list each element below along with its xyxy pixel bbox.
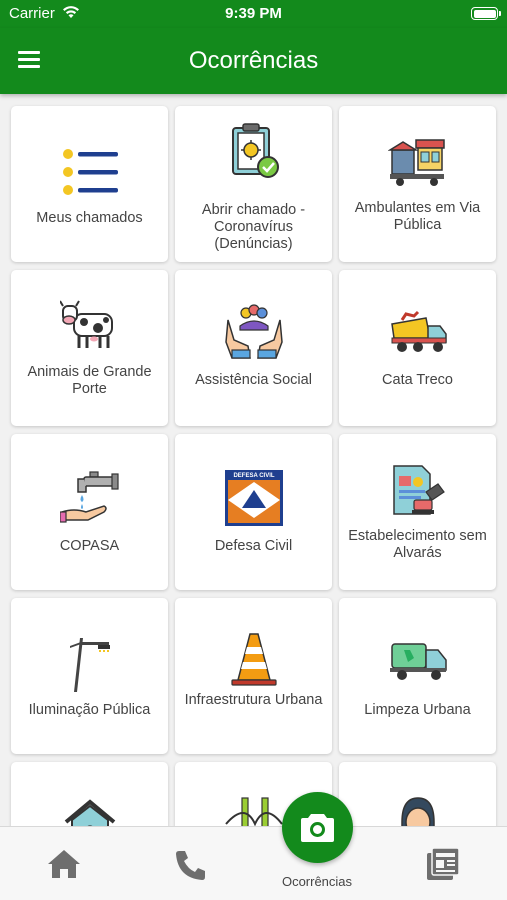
civil-defense-logo-icon: DEFESA CIVIL <box>224 470 283 526</box>
nav-label-ocorrencias[interactable]: Ocorrências <box>257 874 377 889</box>
card-defesa-civil[interactable]: DEFESA CIVIL Defesa Civil <box>175 434 332 590</box>
card-label: Defesa Civil <box>214 538 293 554</box>
card-label: Ambulantes em Via Pública <box>354 200 481 233</box>
phone-icon[interactable] <box>170 847 210 881</box>
bridge-icon <box>224 797 283 826</box>
street-light-icon <box>69 638 110 692</box>
dump-truck-icon <box>390 310 447 352</box>
traffic-cone-icon <box>230 633 277 686</box>
house-icon <box>64 799 115 826</box>
card-animais-grande-porte[interactable]: Animais de Grande Porte <box>11 270 168 426</box>
card-label: Infraestrutura Urbana <box>184 692 323 708</box>
water-tap-icon <box>59 471 119 523</box>
page-title: Ocorrências <box>188 47 319 74</box>
camera-button[interactable] <box>282 792 353 863</box>
card-label: Cata Treco <box>382 372 453 388</box>
card-label: Animais de Grande Porte <box>27 364 152 397</box>
card-copasa[interactable]: COPASA <box>11 434 168 590</box>
services-grid: Meus chamados Abrir chamado - Coronavíru… <box>0 94 507 826</box>
clock: 9:39 PM <box>225 5 282 22</box>
card-abrir-chamado-coronavirus[interactable]: Abrir chamado - Coronavírus (Denúncias) <box>175 106 332 262</box>
card-infraestrutura-urbana[interactable]: Infraestrutura Urbana <box>175 598 332 754</box>
card-label: Abrir chamado - Coronavírus (Denúncias) <box>201 202 306 252</box>
card-label: Limpeza Urbana <box>364 702 471 718</box>
stamp-document-icon <box>392 465 445 515</box>
card-limpeza-urbana[interactable]: Limpeza Urbana <box>339 598 496 754</box>
cow-icon <box>59 300 113 348</box>
camera-icon <box>301 814 334 842</box>
home-icon[interactable] <box>44 847 84 881</box>
card-iluminacao-publica[interactable]: Iluminação Pública <box>11 598 168 754</box>
list-icon <box>62 149 118 195</box>
person-icon <box>400 797 435 826</box>
card-estabelecimento-sem-alvaras[interactable]: Estabelecimento sem Alvarás <box>339 434 496 590</box>
svg-text:DEFESA CIVIL: DEFESA CIVIL <box>233 473 274 479</box>
battery-icon <box>471 7 501 20</box>
card-ambulantes[interactable]: Ambulantes em Via Pública <box>339 106 496 262</box>
hands-people-icon <box>224 304 283 359</box>
card-label: Meus chamados <box>36 210 143 226</box>
app-bar: Ocorrências <box>0 28 507 94</box>
bottom-navigation <box>0 826 507 900</box>
card-label: Iluminação Pública <box>28 702 151 718</box>
status-bar: Carrier 9:39 PM <box>0 0 507 28</box>
card-label: Estabelecimento sem Alvarás <box>348 528 487 561</box>
card-cata-treco[interactable]: Cata Treco <box>339 270 496 426</box>
card-row5-3[interactable] <box>339 762 496 826</box>
garbage-truck-icon <box>389 643 447 680</box>
card-row5-1[interactable] <box>11 762 168 826</box>
card-assistencia-social[interactable]: Assistência Social <box>175 270 332 426</box>
news-icon[interactable] <box>423 847 463 881</box>
clipboard-virus-icon <box>231 123 279 178</box>
street-vendor-icon <box>387 139 445 186</box>
card-label: Assistência Social <box>195 372 312 388</box>
card-meus-chamados[interactable]: Meus chamados <box>11 106 168 262</box>
card-label: COPASA <box>59 538 120 554</box>
